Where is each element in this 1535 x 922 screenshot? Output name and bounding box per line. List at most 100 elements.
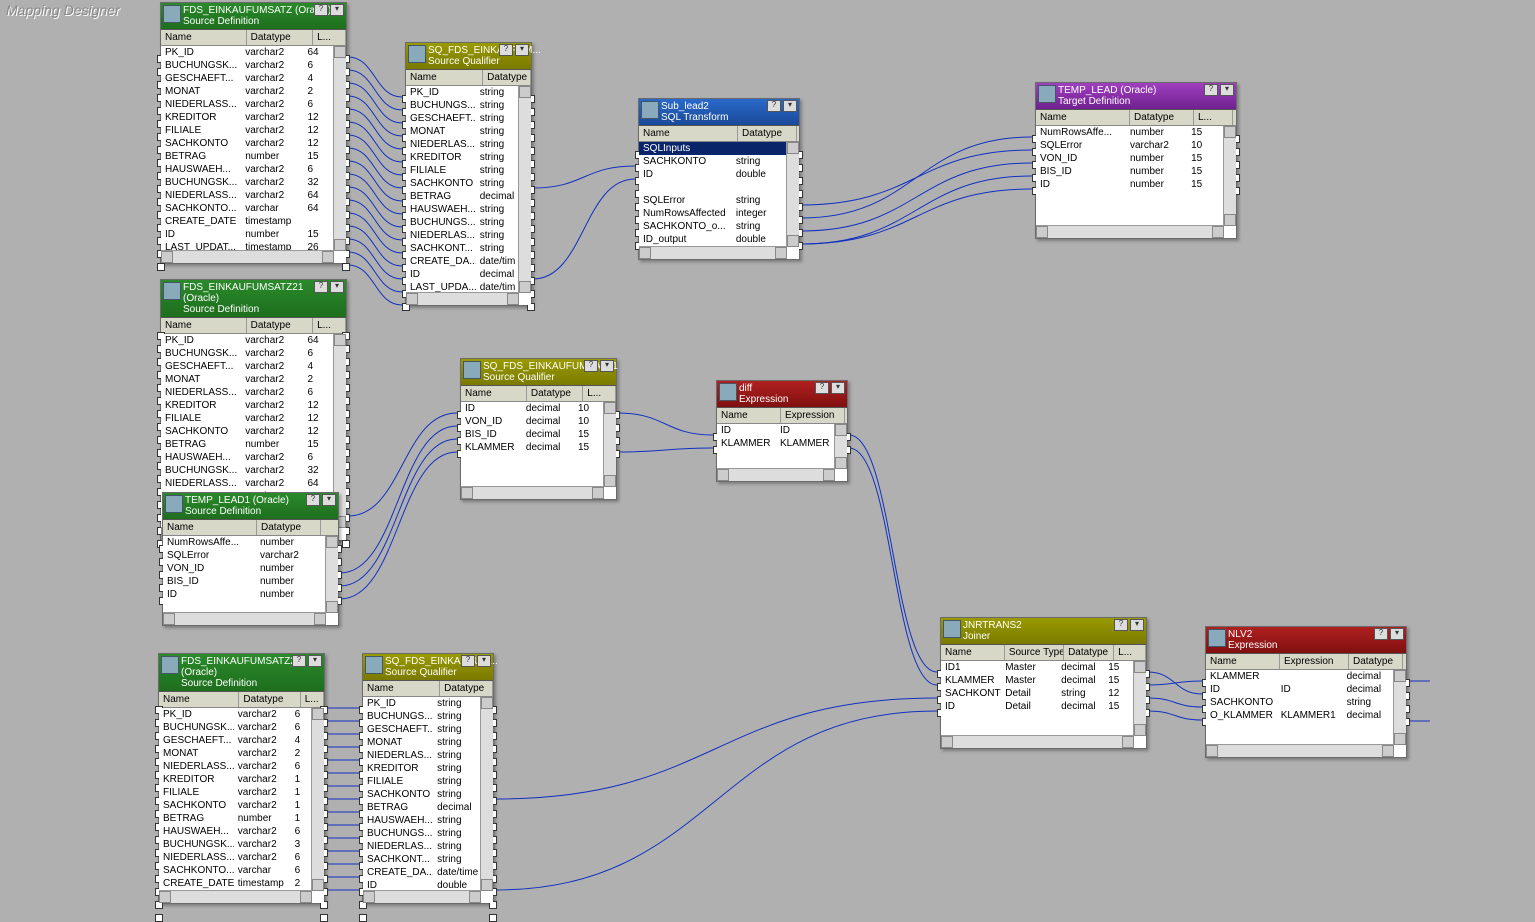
node-header[interactable]: TEMP_LEAD1 (Oracle)Source Definition?▾ (163, 493, 338, 520)
field-row[interactable]: GESCHAEFT...varchar24 (159, 734, 312, 747)
scrollbar-horizontal[interactable] (717, 468, 835, 481)
help-button[interactable]: ? (1374, 628, 1388, 640)
field-row[interactable]: PK_IDvarchar264 (161, 46, 334, 59)
field-row[interactable] (639, 181, 787, 194)
field-row[interactable]: SACHKONTOstring (363, 788, 481, 801)
toggle-button[interactable]: ▾ (515, 44, 529, 56)
connection-line[interactable] (348, 226, 402, 266)
field-row[interactable]: BETRAGdecimal (363, 801, 481, 814)
field-row[interactable]: KREDITORstring (363, 762, 481, 775)
input-port[interactable] (157, 263, 165, 271)
node-header[interactable]: FDS_EINKAUFUMSATZ21 (Oracle)Source Defin… (161, 280, 346, 318)
field-row[interactable]: PK_IDvarchar26 (159, 708, 312, 721)
toggle-button[interactable]: ▾ (831, 382, 845, 394)
connection-line[interactable] (533, 166, 635, 188)
field-row[interactable]: KLAMMERKLAMMER (717, 437, 835, 450)
col-name[interactable]: Name (1206, 654, 1280, 669)
field-row[interactable]: BUCHUNGS...string (406, 99, 519, 112)
help-button[interactable]: ? (461, 655, 475, 667)
field-row[interactable]: MONATvarchar22 (161, 373, 334, 386)
node-header[interactable]: JNRTRANS2Joiner?▾ (941, 618, 1146, 645)
field-row[interactable]: PK_IDstring (406, 86, 519, 99)
toggle-button[interactable]: ▾ (1390, 628, 1404, 640)
field-row[interactable]: HAUSWAEH...string (363, 814, 481, 827)
node-header[interactable]: FDS_EINKAUFUMSATZ (Oracle)Source Definit… (161, 3, 346, 30)
help-button[interactable]: ? (292, 655, 306, 667)
col-datatype[interactable]: Datatype (440, 681, 493, 696)
col-datatype[interactable]: Datatype (738, 126, 797, 141)
col-datatype[interactable]: Datatype (1130, 110, 1194, 125)
node-header[interactable]: SQ_FDS_EINKAUFUMSATZ1Source Qualifier?▾ (461, 359, 616, 386)
field-row[interactable]: FILIALEvarchar212 (161, 412, 334, 425)
node-sqlTrans[interactable]: Sub_lead2SQL Transform?▾NameDatatypeSQLI… (638, 98, 800, 260)
field-row[interactable]: NIEDERLAS...string (406, 138, 519, 151)
connection-line[interactable] (801, 137, 1032, 218)
field-row[interactable]: KLAMMERdecimal (1206, 670, 1394, 683)
field-row[interactable]: NIEDERLASS...varchar26 (161, 386, 334, 399)
connection-line[interactable] (348, 252, 402, 292)
col-datatype[interactable]: Datatype (1349, 654, 1403, 669)
input-port[interactable] (359, 914, 367, 922)
toggle-button[interactable]: ▾ (330, 281, 344, 293)
field-row[interactable]: SQLErrorvarchar210 (1036, 139, 1224, 152)
field-row[interactable]: SACHKONTOstring (639, 155, 787, 168)
field-row[interactable]: CREATE_DA...date/tim (406, 255, 519, 268)
node-header[interactable]: SQ_FDS_EINKAUFUM...Source Qualifier?▾ (363, 654, 493, 681)
field-row[interactable]: IDnumber (163, 588, 326, 601)
field-row[interactable]: NIEDERLASS...varchar26 (159, 760, 312, 773)
scrollbar-vertical[interactable] (480, 697, 493, 891)
node-nlv2[interactable]: NLV2Expression?▾NameExpressionDatatypeKL… (1205, 626, 1407, 758)
output-port[interactable] (489, 914, 497, 922)
field-row[interactable]: SQLErrorstring (639, 194, 787, 207)
field-row[interactable]: BETRAGnumber1 (159, 812, 312, 825)
scrollbar-vertical[interactable] (786, 142, 799, 247)
field-row[interactable]: SACHKONTOvarchar212 (161, 137, 334, 150)
col-name[interactable]: Name (639, 126, 738, 141)
help-button[interactable]: ? (306, 494, 320, 506)
col-srcType[interactable]: Source Type (1005, 645, 1064, 660)
field-row[interactable]: IDDetaildecimal15 (941, 700, 1134, 713)
toggle-button[interactable]: ▾ (1130, 619, 1144, 631)
connection-line[interactable] (348, 174, 402, 214)
field-row[interactable]: BUCHUNGSK...varchar23 (159, 838, 312, 851)
help-button[interactable]: ? (499, 44, 513, 56)
col-datatype[interactable]: Datatype (239, 692, 300, 707)
node-diffExpr[interactable]: diffExpression?▾NameExpressionIDIDKLAMME… (716, 380, 848, 482)
field-row[interactable]: KREDITORvarchar212 (161, 399, 334, 412)
help-button[interactable]: ? (584, 360, 598, 372)
connection-line[interactable] (801, 150, 1032, 205)
connection-line[interactable] (1148, 698, 1202, 707)
scrollbar-vertical[interactable] (518, 86, 531, 293)
field-row[interactable]: VON_IDnumber15 (1036, 152, 1224, 165)
connection-line[interactable] (618, 413, 713, 435)
field-row[interactable]: BIS_IDdecimal15 (461, 428, 604, 441)
field-row[interactable]: HAUSWAEH...string (406, 203, 519, 216)
field-row[interactable]: KREDITORvarchar21 (159, 773, 312, 786)
col-expr[interactable]: Expression (1280, 654, 1349, 669)
node-header[interactable]: TEMP_LEAD (Oracle)Target Definition?▾ (1036, 83, 1236, 110)
field-row[interactable]: IDdouble (639, 168, 787, 181)
field-row[interactable]: NIEDERLASS...varchar26 (161, 98, 334, 111)
node-header[interactable]: NLV2Expression?▾ (1206, 627, 1406, 654)
field-row[interactable]: GESCHAEFT...string (406, 112, 519, 125)
canvas[interactable]: FDS_EINKAUFUMSATZ (Oracle)Source Definit… (0, 0, 1535, 902)
field-row[interactable]: SACHKONTOstring (1206, 696, 1394, 709)
help-button[interactable]: ? (1114, 619, 1128, 631)
col-name[interactable]: Name (1036, 110, 1130, 125)
field-row[interactable]: IDnumber15 (1036, 178, 1224, 191)
col-len[interactable]: L... (1194, 110, 1233, 125)
connection-line[interactable] (348, 265, 402, 305)
connection-line[interactable] (340, 439, 457, 586)
field-row[interactable]: BETRAGdecimal (406, 190, 519, 203)
scrollbar-horizontal[interactable] (159, 890, 312, 903)
field-row[interactable]: KLAMMERdecimal15 (461, 441, 604, 454)
node-tempLead1[interactable]: TEMP_LEAD1 (Oracle)Source Definition?▾Na… (162, 492, 339, 626)
node-header[interactable]: Sub_lead2SQL Transform?▾ (639, 99, 799, 126)
col-len[interactable]: L... (313, 30, 346, 45)
toggle-button[interactable]: ▾ (783, 100, 797, 112)
field-row[interactable]: KREDITORstring (406, 151, 519, 164)
field-row[interactable]: SACHKONTOvarchar21 (159, 799, 312, 812)
field-row[interactable]: IDdecimal (406, 268, 519, 281)
output-port[interactable] (342, 263, 350, 271)
field-row[interactable]: SACHKONTO...varchar6 (159, 864, 312, 877)
